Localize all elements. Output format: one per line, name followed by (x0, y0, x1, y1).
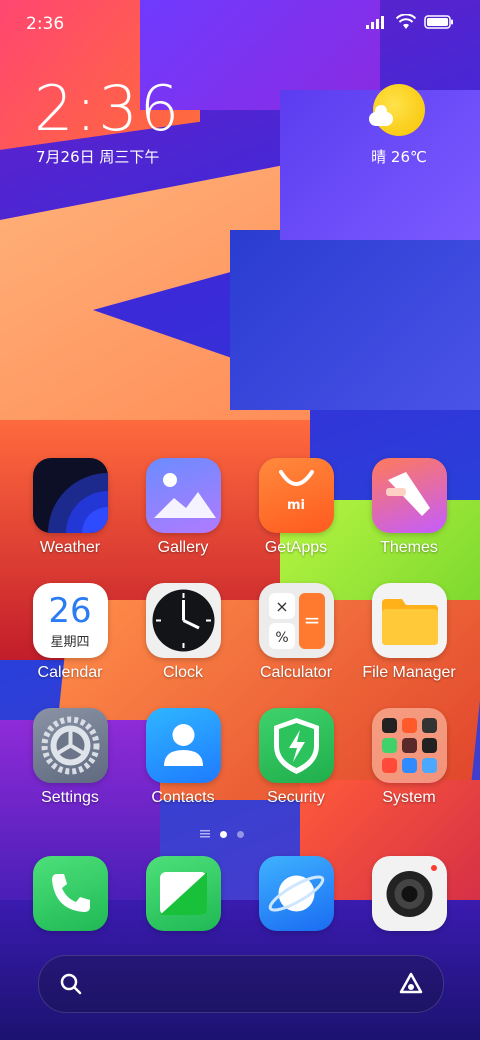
clock-widget-time[interactable]: 2:36 (34, 78, 181, 140)
settings-gear-icon (32, 708, 108, 783)
sunny-cloud-icon (369, 84, 425, 136)
getapps-mark: mi (286, 498, 305, 513)
page-dot (237, 830, 244, 838)
themes-icon (371, 458, 447, 533)
gallery-icon (145, 458, 221, 533)
app-settings[interactable]: Settings (15, 708, 125, 807)
app-label: Security (267, 789, 325, 806)
camera-icon[interactable] (372, 856, 447, 931)
contacts-icon (145, 708, 221, 783)
app-label: Contacts (151, 789, 215, 806)
app-calendar[interactable]: 26 星期四 Calendar (15, 583, 125, 682)
phone-icon[interactable] (33, 856, 108, 931)
page-indicator[interactable] (200, 830, 244, 838)
app-label: Calendar (37, 664, 103, 681)
getapps-icon: mi (258, 458, 334, 533)
page-dot-active (220, 830, 227, 838)
app-calculator[interactable]: × % = Calculator (241, 583, 351, 682)
app-label: File Manager (362, 664, 456, 681)
app-weather[interactable]: Weather (15, 458, 125, 557)
clock-icon (145, 583, 221, 658)
app-security[interactable]: Security (241, 708, 351, 807)
svg-text:%: % (275, 630, 288, 646)
calendar-icon: 26 星期四 (32, 583, 108, 658)
security-shield-icon (258, 708, 334, 783)
app-file-manager[interactable]: File Manager (354, 583, 464, 682)
wifi-icon (396, 14, 416, 29)
status-bar: 2:36 (0, 0, 480, 50)
app-label: Clock (162, 664, 203, 681)
weather-icon (32, 458, 108, 533)
weather-widget-text: 晴 26℃ (371, 148, 427, 166)
app-clock[interactable]: Clock (128, 583, 238, 682)
calendar-weekday: 星期四 (50, 635, 90, 650)
status-time: 2:36 (26, 14, 65, 34)
app-list-icon (200, 830, 210, 838)
app-label: System (382, 789, 436, 806)
system-folder-icon (371, 708, 447, 783)
assistant-icon[interactable] (397, 970, 425, 998)
weather-widget[interactable]: 晴 26℃ (354, 84, 444, 167)
app-label: Gallery (157, 539, 209, 556)
app-gallery[interactable]: Gallery (128, 458, 238, 557)
search-bar[interactable] (38, 955, 444, 1013)
calendar-day: 26 (48, 591, 92, 631)
app-contacts[interactable]: Contacts (128, 708, 238, 807)
search-icon (60, 973, 82, 995)
browser-icon[interactable] (259, 856, 334, 931)
app-label: GetApps (264, 539, 328, 556)
messages-icon[interactable] (146, 856, 221, 931)
app-label: Settings (41, 789, 99, 806)
app-label: Themes (380, 539, 438, 556)
folder-icon (371, 583, 447, 658)
svg-text:=: = (303, 608, 320, 632)
app-getapps[interactable]: mi GetApps (241, 458, 351, 557)
calculator-icon: × % = (258, 583, 334, 658)
svg-text:×: × (275, 597, 288, 616)
battery-icon (424, 15, 453, 29)
app-system-folder[interactable]: System (354, 708, 464, 807)
clock-widget-date: 7月26日 周三下午 (36, 148, 160, 166)
app-themes[interactable]: Themes (354, 458, 464, 557)
signal-icon (366, 16, 384, 29)
app-label: Weather (39, 539, 101, 556)
app-label: Calculator (259, 664, 333, 681)
